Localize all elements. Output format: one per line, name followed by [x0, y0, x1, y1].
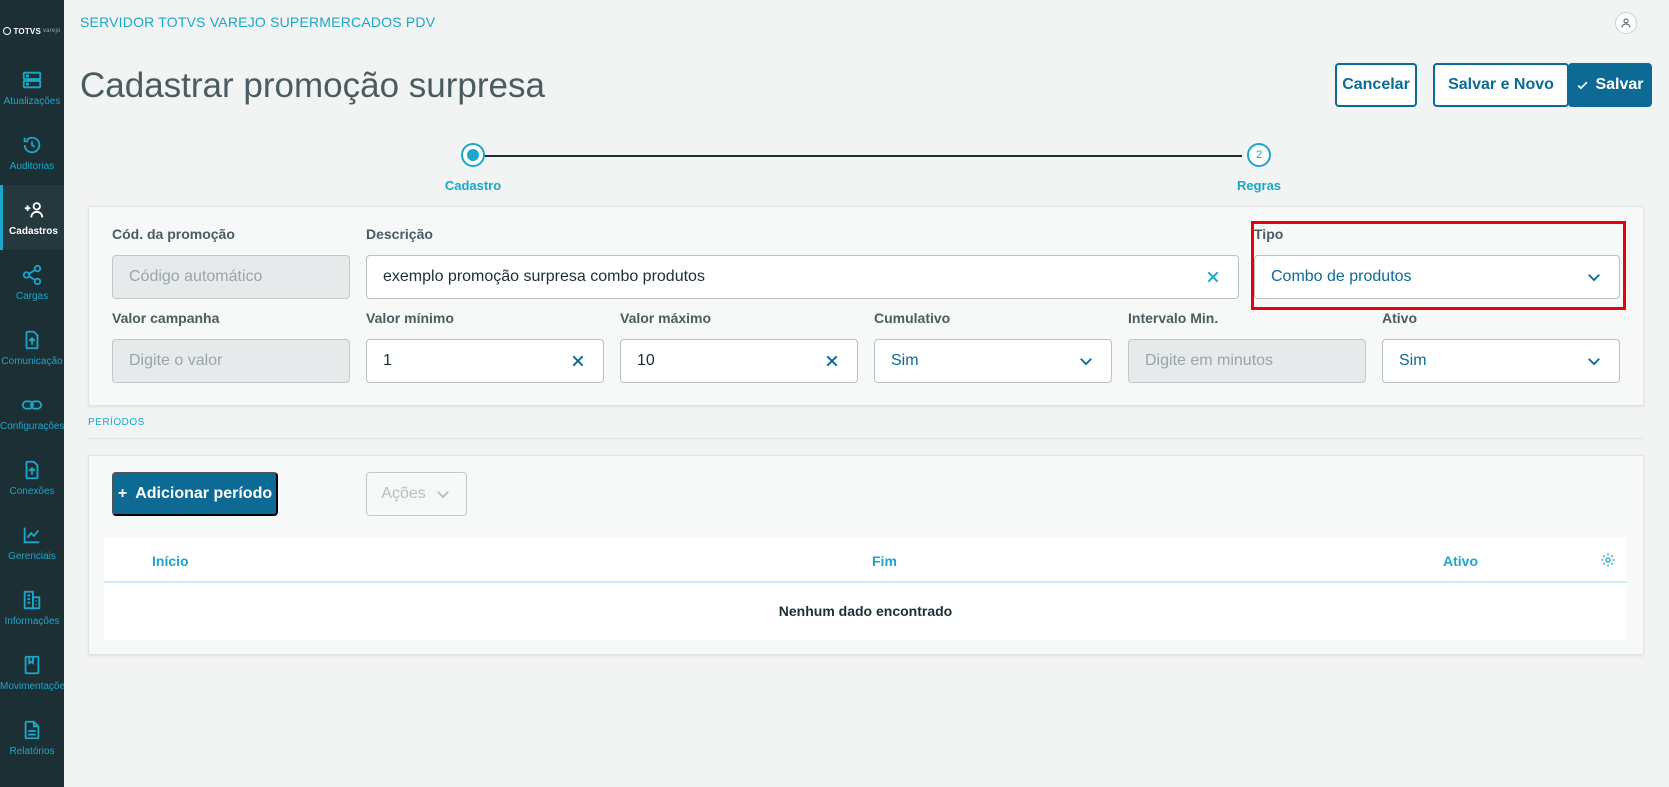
- step-2-number: 2: [1255, 149, 1263, 161]
- section-divider: [88, 438, 1644, 439]
- logo-mark-icon: [3, 27, 12, 35]
- clear-descricao-icon[interactable]: [1204, 268, 1222, 286]
- empty-table-message: Nenhum dado encontrado: [778, 603, 953, 619]
- cod-promocao-placeholder: Código automático: [129, 268, 263, 285]
- valor-maximo-label: Valor máximo: [620, 310, 712, 326]
- intervalo-placeholder: Digite em minutos: [1145, 352, 1274, 369]
- sidebar-item-comunicacao[interactable]: Comunicação: [0, 315, 64, 380]
- user-avatar-button[interactable]: [1615, 12, 1637, 34]
- building-icon: [21, 589, 43, 611]
- logo-text: TOTVS: [13, 26, 41, 36]
- chevron-down-icon: [1077, 352, 1095, 370]
- valor-campanha-placeholder: Digite o valor: [129, 352, 223, 369]
- sidebar-item-label: Auditorias: [9, 160, 55, 172]
- sidebar-item-relatorios[interactable]: Relatórios: [0, 705, 64, 770]
- chart-icon: [21, 524, 43, 546]
- chevron-down-icon: [1585, 352, 1603, 370]
- sidebar-item-informacoes[interactable]: Informações: [0, 575, 64, 640]
- valor-minimo-field[interactable]: 1: [366, 339, 604, 383]
- app-title: SERVIDOR TOTVS VAREJO SUPERMERCADOS PDV: [80, 14, 436, 30]
- clear-valor-maximo-icon[interactable]: [823, 352, 841, 370]
- sidebar-item-movimentacoes[interactable]: Movimentações: [0, 640, 64, 705]
- highlight-box: [1251, 221, 1626, 310]
- save-button-label: Salvar: [1595, 76, 1644, 93]
- cod-promocao-field: Código automático: [112, 255, 350, 299]
- intervalo-field: Digite em minutos: [1128, 339, 1366, 383]
- sidebar-item-gerenciais[interactable]: Gerenciais: [0, 510, 64, 575]
- column-header-fim[interactable]: Fim: [872, 553, 897, 569]
- sidebar-item-label: Gerenciais: [8, 550, 56, 562]
- sidebar-item-label: Atualizações: [3, 95, 61, 107]
- cumulativo-select[interactable]: Sim: [874, 339, 1112, 383]
- cumulativo-label: Cumulativo: [874, 310, 951, 326]
- sidebar-item-label: Comunicação: [1, 355, 63, 367]
- step-active-dot: [467, 149, 479, 161]
- bookmark-icon: [21, 654, 43, 676]
- valor-campanha-field: Digite o valor: [112, 339, 350, 383]
- stepper-track: [484, 155, 1242, 157]
- sidebar-item-label: Relatórios: [9, 745, 55, 757]
- sidebar-item-label: Cadastros: [9, 225, 58, 237]
- column-header-ativo[interactable]: Ativo: [1443, 553, 1478, 569]
- sidebar-item-label: Movimentações: [0, 680, 64, 692]
- table-settings-gear-icon[interactable]: [1600, 552, 1616, 568]
- descricao-value: exemplo promoção surpresa combo produtos: [383, 268, 705, 285]
- cancel-button[interactable]: Cancelar: [1335, 63, 1417, 107]
- valor-minimo-label: Valor mínimo: [366, 310, 454, 326]
- upload-doc-icon: [21, 459, 43, 481]
- save-and-new-button[interactable]: Salvar e Novo: [1433, 63, 1569, 107]
- chevron-down-icon: [436, 491, 449, 499]
- add-period-button[interactable]: + Adicionar período: [112, 472, 278, 516]
- sidebar-item-cargas[interactable]: Cargas: [0, 250, 64, 315]
- sidebar-item-conexoes[interactable]: Conexões: [0, 445, 64, 510]
- server-icon: [21, 69, 43, 91]
- plus-icon: +: [117, 485, 128, 502]
- history-icon: [21, 134, 43, 156]
- sidebar-item-label: Cargas: [15, 290, 49, 302]
- ativo-label: Ativo: [1382, 310, 1417, 326]
- step-2-indicator[interactable]: 2: [1247, 143, 1271, 167]
- valor-maximo-value: 10: [637, 352, 655, 369]
- share-icon: [21, 264, 43, 286]
- valor-campanha-label: Valor campanha: [112, 310, 220, 326]
- valor-maximo-field[interactable]: 10: [620, 339, 858, 383]
- sidebar-item-atualizacoes[interactable]: Atualizações: [0, 55, 64, 120]
- actions-dropdown[interactable]: Ações: [366, 472, 467, 516]
- step-1-indicator[interactable]: [461, 143, 485, 167]
- periodos-section-title: PERÍODOS: [88, 417, 145, 428]
- sidebar: TOTVS varejo Atualizações Auditorias Cad…: [0, 0, 64, 787]
- ativo-value: Sim: [1399, 352, 1427, 369]
- upload-doc-icon: [21, 329, 43, 351]
- page-title: Cadastrar promoção surpresa: [80, 66, 545, 105]
- table-header-divider: [104, 581, 1627, 583]
- link-icon: [21, 394, 43, 416]
- step-2-label[interactable]: Regras: [1237, 178, 1281, 193]
- intervalo-label: Intervalo Min.: [1128, 310, 1219, 326]
- cod-promocao-label: Cód. da promoção: [112, 226, 235, 242]
- periods-table: Início Fim Ativo Nenhum dado encontrado: [104, 537, 1627, 640]
- clear-valor-minimo-icon[interactable]: [569, 352, 587, 370]
- sidebar-item-auditorias[interactable]: Auditorias: [0, 120, 64, 185]
- user-icon: [1621, 18, 1631, 28]
- logo-sub-text: varejo: [42, 28, 61, 34]
- sidebar-item-label: Informações: [4, 615, 60, 627]
- actions-label: Ações: [381, 485, 426, 502]
- valor-minimo-value: 1: [383, 352, 392, 369]
- sidebar-item-label: Configurações: [0, 420, 64, 432]
- cumulativo-value: Sim: [891, 352, 919, 369]
- column-header-inicio[interactable]: Início: [152, 553, 189, 569]
- sidebar-item-label: Conexões: [9, 485, 55, 497]
- add-user-icon: [23, 199, 45, 221]
- sidebar-item-cadastros[interactable]: Cadastros: [0, 185, 64, 250]
- step-1-label[interactable]: Cadastro: [445, 178, 501, 193]
- sidebar-item-configuracoes[interactable]: Configurações: [0, 380, 64, 445]
- ativo-select[interactable]: Sim: [1382, 339, 1620, 383]
- descricao-label: Descrição: [366, 226, 433, 242]
- totvs-logo: TOTVS varejo: [0, 0, 64, 62]
- save-button[interactable]: Salvar: [1568, 63, 1652, 107]
- add-period-label: Adicionar período: [135, 485, 273, 502]
- check-icon: [1578, 81, 1588, 89]
- descricao-field[interactable]: exemplo promoção surpresa combo produtos: [366, 255, 1239, 299]
- document-icon: [21, 719, 43, 741]
